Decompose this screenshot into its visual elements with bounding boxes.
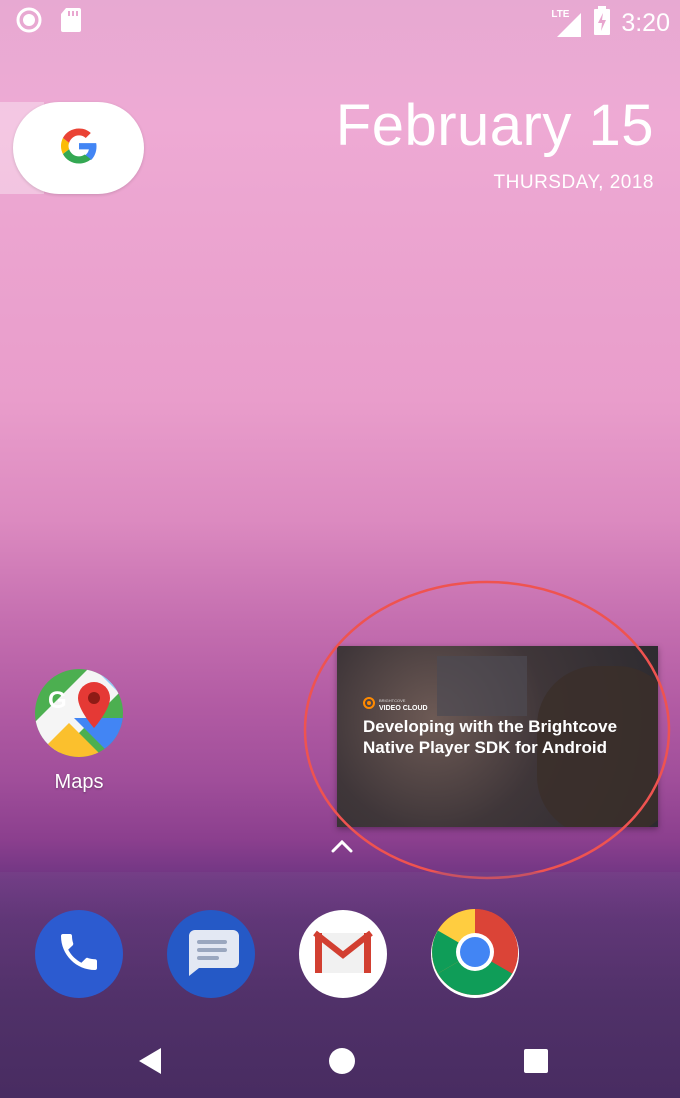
annotation-ellipse [303,580,671,880]
google-search-button[interactable] [13,102,144,194]
app-messages[interactable] [167,910,255,998]
phone-icon [55,928,103,981]
back-icon[interactable] [137,1046,163,1081]
google-g-icon [58,125,100,172]
messages-icon [181,924,241,985]
status-bar: LTE 3:20 [0,0,680,42]
app-chrome[interactable] [431,908,519,1001]
clock: 3:20 [621,9,670,37]
date-widget[interactable]: February 15 [336,92,654,159]
app-label: Maps [54,771,104,793]
chrome-icon [431,908,519,1001]
lte-signal-icon: LTE [551,9,583,39]
battery-charging-icon [593,6,611,41]
maps-icon: G [34,668,124,763]
day-year-label: THURSDAY, 2018 [493,172,654,193]
recents-icon[interactable] [523,1048,549,1079]
app-maps[interactable]: G Maps [33,668,125,794]
app-phone[interactable] [35,910,123,998]
gmail-icon [313,929,373,980]
chevron-up-icon[interactable] [331,838,353,859]
home-icon[interactable] [328,1047,356,1080]
circle-icon [16,7,42,38]
svg-text:G: G [48,687,67,714]
sd-card-icon [60,7,82,38]
app-gmail[interactable] [299,910,387,998]
